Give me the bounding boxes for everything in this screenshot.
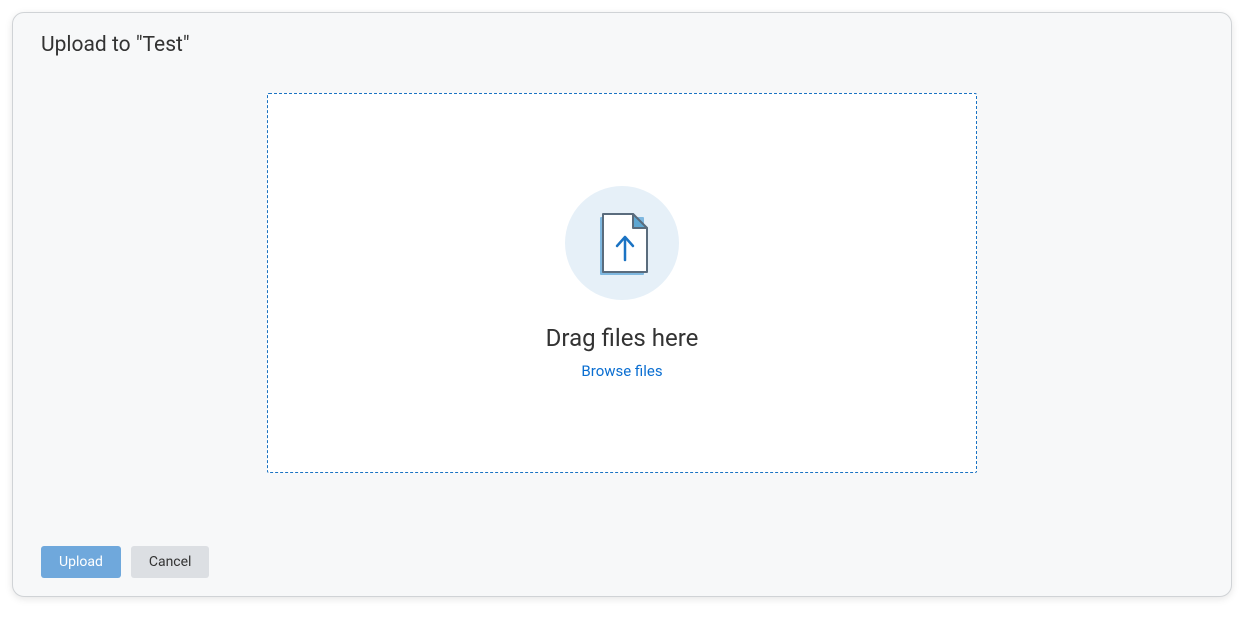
upload-button[interactable]: Upload xyxy=(41,546,121,578)
upload-file-icon xyxy=(597,212,647,274)
content-area: Drag files here Browse files xyxy=(13,67,1231,532)
dialog-title: Upload to "Test" xyxy=(13,13,1231,67)
upload-icon-circle xyxy=(565,186,679,300)
upload-dialog: Upload to "Test" xyxy=(12,12,1232,597)
browse-files-link[interactable]: Browse files xyxy=(581,362,662,380)
dropzone-heading: Drag files here xyxy=(546,324,699,352)
cancel-button[interactable]: Cancel xyxy=(131,546,210,578)
file-dropzone[interactable]: Drag files here Browse files xyxy=(267,93,977,473)
dialog-footer: Upload Cancel xyxy=(13,532,1231,596)
